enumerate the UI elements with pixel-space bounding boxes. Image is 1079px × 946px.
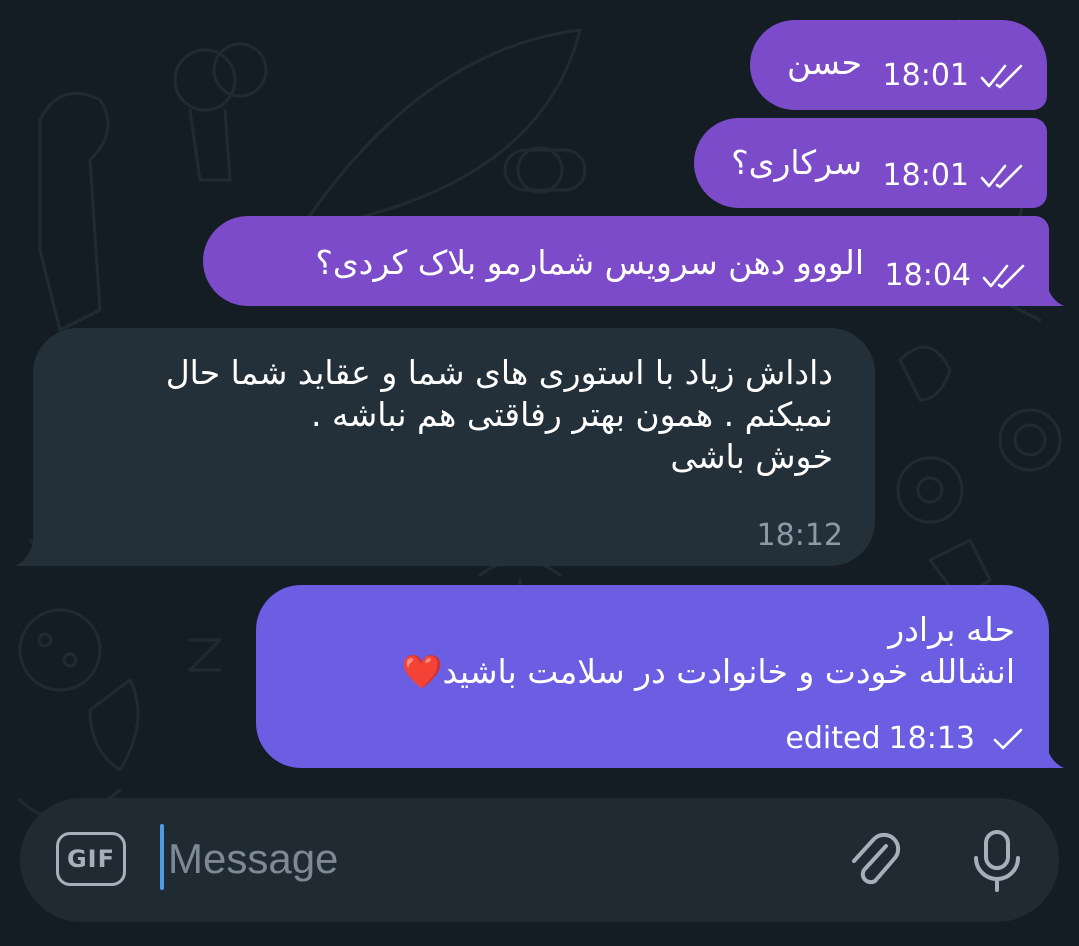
message-text: سرکاری؟ [731,143,862,182]
message-time: 18:13 [888,721,975,756]
double-check-icon [980,164,1023,188]
edited-label: edited [785,721,881,756]
text-caret [160,824,164,890]
message-input[interactable] [166,820,810,898]
double-check-icon [980,64,1023,88]
gif-button[interactable]: GIF [56,832,126,886]
message-time: 18:12 [756,518,843,553]
message-meta: 18:04 [885,258,1029,293]
message-composer: GIF [20,798,1059,922]
bubble-tail [1040,744,1064,768]
message-text: داداش زیاد با استوری های شما و عقاید شما… [165,353,833,476]
message-time: 18:01 [882,58,969,93]
paperclip-icon[interactable] [842,828,908,894]
message-text: حسن [787,43,862,82]
double-check-icon [982,264,1025,288]
check-icon [993,728,1023,749]
bubble-tail [1040,282,1064,306]
message-time: 18:04 [884,258,971,293]
outgoing-message[interactable]: حسن 18:01 [750,20,1047,110]
message-meta: edited 18:13 [785,721,1029,756]
incoming-message[interactable]: داداش زیاد با استوری های شما و عقاید شما… [33,328,875,566]
message-meta: 18:01 [883,158,1027,193]
message-text: حله برادر انشالله خودت و خانوادت در سلام… [401,610,1015,691]
message-meta: 18:12 [757,518,843,553]
message-meta: 18:01 [883,58,1027,93]
outgoing-message[interactable]: سرکاری؟ 18:01 [694,118,1047,208]
bubble-tail [15,542,39,566]
outgoing-message[interactable]: حله برادر انشالله خودت و خانوادت در سلام… [256,585,1049,768]
microphone-icon[interactable] [964,826,1030,896]
outgoing-message[interactable]: الووو دهن سرویس شمارمو بلاک کردی؟ 18:04 [203,216,1049,306]
message-text: الووو دهن سرویس شمارمو بلاک کردی؟ [315,243,864,282]
message-time: 18:01 [882,158,969,193]
